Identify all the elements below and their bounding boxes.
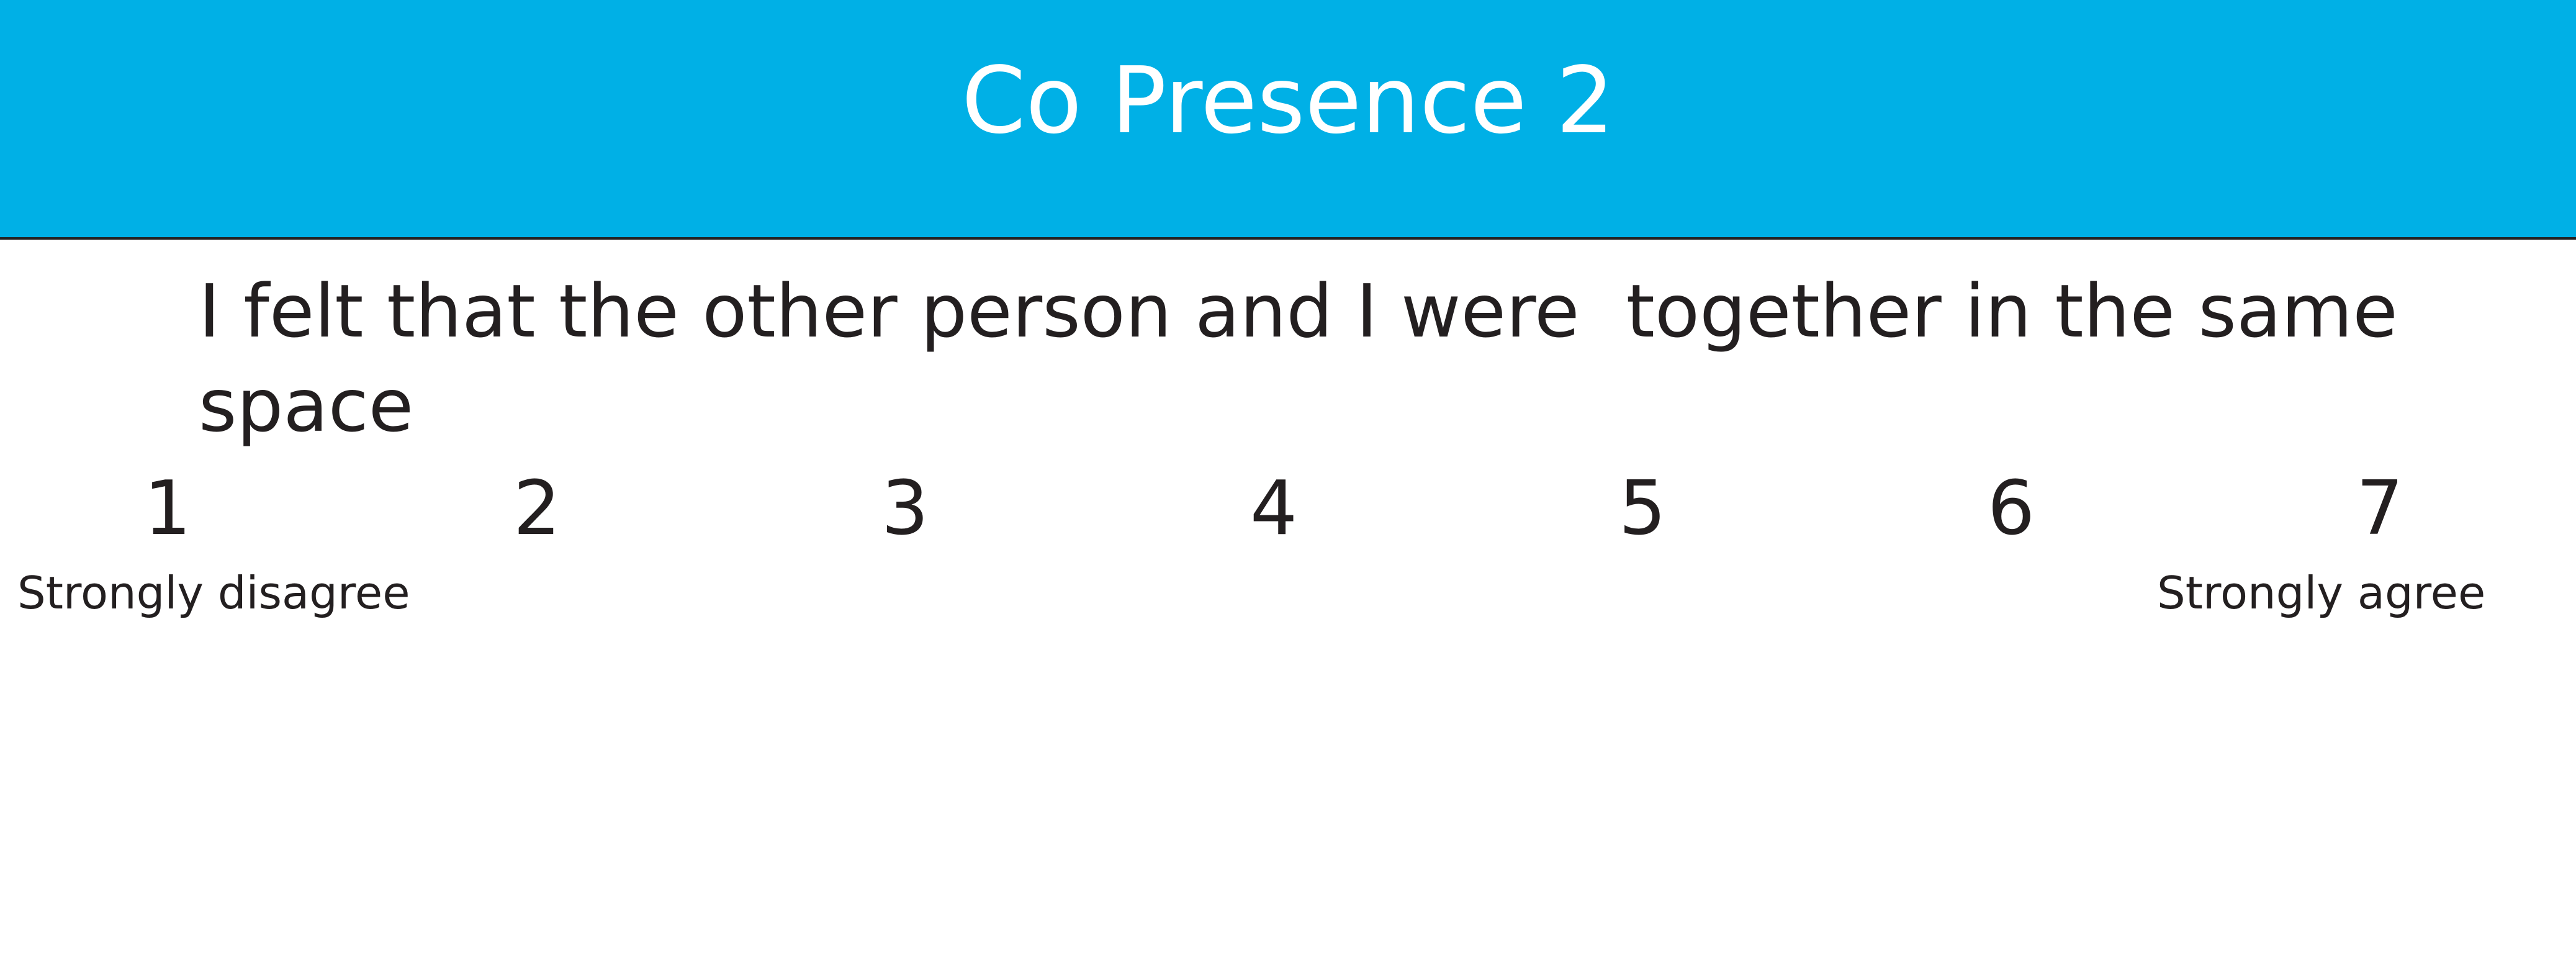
scale-option-3[interactable]: 3 (831, 459, 980, 559)
scale-option-4[interactable]: 4 (1199, 459, 1348, 559)
scale-option-6[interactable]: 6 (1937, 459, 2086, 559)
scale-option-7[interactable]: 7 (2305, 459, 2454, 559)
scale-option-1[interactable]: 1 (93, 459, 242, 559)
question-text: I felt that the other person and I were … (199, 268, 2421, 448)
scale-max-label: Strongly agree (2157, 567, 2486, 619)
scale-option-2[interactable]: 2 (462, 459, 611, 559)
header-banner: Co Presence 2 (0, 0, 2576, 240)
scale-min-label: Strongly disagree (17, 567, 410, 619)
scale-option-5[interactable]: 5 (1568, 459, 1717, 559)
page-title: Co Presence 2 (961, 47, 1615, 154)
likert-scale: 1 2 3 4 5 6 7 (0, 459, 2576, 559)
